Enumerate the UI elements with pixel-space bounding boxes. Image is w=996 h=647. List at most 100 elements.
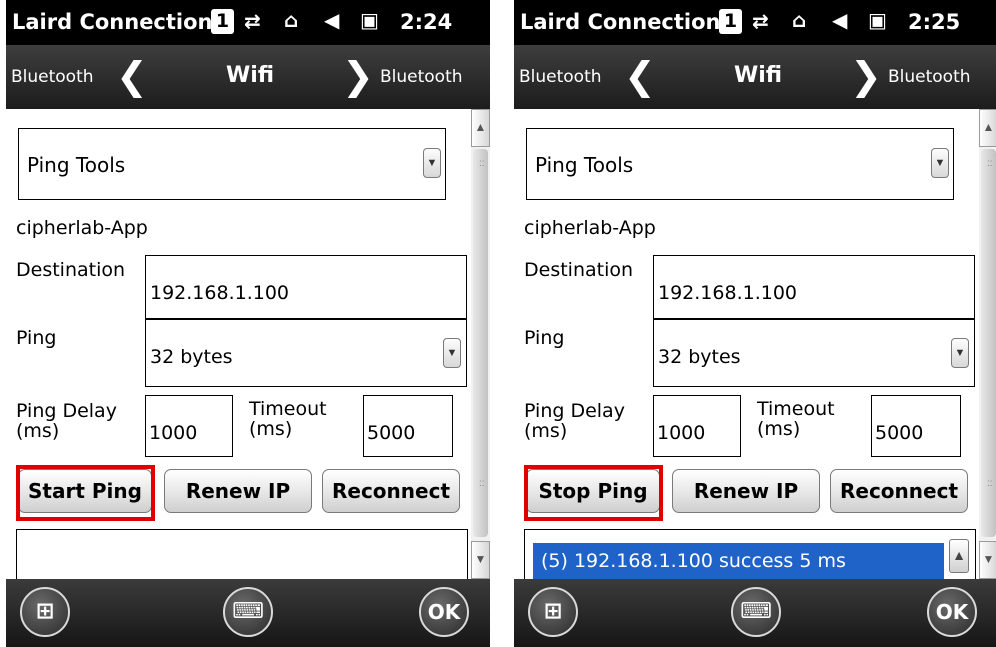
soft-key-bar: ⊞ ⌨ OK [514, 579, 996, 647]
timeout-value: 5000 [367, 422, 416, 444]
ping-delay-label: Ping Delay (ms) [524, 401, 625, 441]
chevron-right-icon[interactable]: ❯ [342, 54, 374, 99]
chevron-down-icon[interactable]: ▼ [931, 148, 949, 178]
volume-icon[interactable]: ◀ [324, 8, 339, 32]
timeout-label-line1: Timeout [249, 398, 327, 420]
grip-icon: :: [479, 478, 485, 489]
ok-button[interactable]: OK [927, 587, 977, 637]
ping-delay-label-line1: Ping Delay [16, 400, 117, 422]
ping-size-value: 32 bytes [658, 346, 741, 368]
ping-delay-label-line2: (ms) [16, 420, 60, 442]
connection-icon[interactable]: ⌂ [284, 8, 298, 32]
scroll-down-icon[interactable]: ▼ [471, 541, 490, 579]
tab-next-label[interactable]: Bluetooth [888, 67, 971, 87]
grip-icon: :: [479, 158, 485, 169]
tab-current-label: Wifi [734, 63, 783, 88]
reconnect-button[interactable]: Reconnect [830, 469, 968, 513]
ping-size-dropdown[interactable]: 32 bytes ▼ [653, 319, 975, 387]
timeout-input[interactable]: 5000 [871, 395, 961, 457]
clock[interactable]: 2:25 [908, 10, 960, 34]
signal-sync-icon[interactable]: ⇄ [752, 9, 769, 33]
soft-key-bar: ⊞ ⌨ OK [6, 579, 490, 647]
timeout-label-line1: Timeout [757, 398, 835, 420]
vertical-scrollbar[interactable]: ▲ :: :: ▼ [979, 109, 996, 579]
status-bar: Laird Connection 1 ⇄ ⌂ ◀ ▣ 2:25 [514, 0, 996, 45]
phone-screen-2: Laird Connection 1 ⇄ ⌂ ◀ ▣ 2:25 Bluetoot… [514, 0, 996, 647]
highlight-box [16, 465, 155, 521]
connection-icon[interactable]: ⌂ [792, 8, 806, 32]
destination-value: 192.168.1.100 [150, 282, 290, 304]
ping-log-list[interactable]: (5) 192.168.1.100 success 5 ms ▲ [524, 529, 976, 581]
profile-name: cipherlab-App [524, 217, 656, 239]
tool-select-dropdown[interactable]: Ping Tools ▼ [18, 128, 446, 200]
timeout-label-line2: (ms) [249, 418, 293, 440]
ping-delay-input[interactable]: 1000 [653, 395, 741, 457]
scroll-up-icon[interactable]: ▲ [471, 109, 490, 147]
content-area: Ping Tools ▼ cipherlab-App Destination 1… [514, 109, 979, 581]
ok-button[interactable]: OK [419, 587, 469, 637]
status-bar: Laird Connection 1 ⇄ ⌂ ◀ ▣ 2:24 [6, 0, 490, 45]
ping-label: Ping [16, 327, 57, 349]
ping-delay-label: Ping Delay (ms) [16, 401, 117, 441]
ping-delay-label-line2: (ms) [524, 420, 568, 442]
renew-ip-button[interactable]: Renew IP [672, 469, 820, 513]
tool-select-value: Ping Tools [27, 153, 126, 177]
battery-icon[interactable]: ▣ [868, 8, 887, 32]
ping-size-dropdown[interactable]: 32 bytes ▼ [145, 319, 467, 387]
timeout-label: Timeout (ms) [249, 399, 327, 439]
tab-navigation-bar: Bluetooth ❮ Wifi ❯ Bluetooth [514, 45, 996, 109]
chevron-down-icon[interactable]: ▼ [423, 148, 441, 178]
tab-next-label[interactable]: Bluetooth [380, 67, 463, 87]
ping-delay-input[interactable]: 1000 [145, 395, 233, 457]
scrollbar-thumb[interactable]: :: :: [473, 149, 488, 537]
chevron-down-icon[interactable]: ▼ [951, 338, 969, 368]
reconnect-button[interactable]: Reconnect [322, 469, 460, 513]
windows-start-icon[interactable]: ⊞ [528, 587, 578, 637]
scroll-down-icon[interactable]: ▼ [979, 541, 996, 579]
vertical-scrollbar[interactable]: ▲ :: :: ▼ [471, 109, 490, 579]
tab-prev-label[interactable]: Bluetooth [519, 67, 602, 87]
destination-label: Destination [16, 259, 126, 281]
scrollbar-thumb[interactable]: :: :: [981, 149, 996, 537]
app-title[interactable]: Laird Connection [520, 10, 721, 34]
clock[interactable]: 2:24 [400, 10, 452, 34]
grip-icon: :: [987, 478, 993, 489]
renew-ip-button[interactable]: Renew IP [164, 469, 312, 513]
destination-value: 192.168.1.100 [658, 282, 798, 304]
chevron-left-icon[interactable]: ❮ [624, 54, 656, 99]
keyboard-icon[interactable]: ⌨ [223, 587, 273, 637]
ping-size-value: 32 bytes [150, 346, 233, 368]
destination-label: Destination [524, 259, 634, 281]
profile-name: cipherlab-App [16, 217, 148, 239]
ping-delay-value: 1000 [657, 422, 706, 444]
timeout-label-line2: (ms) [757, 418, 801, 440]
destination-input[interactable]: 192.168.1.100 [653, 255, 975, 319]
content-area: Ping Tools ▼ cipherlab-App Destination 1… [6, 109, 471, 581]
battery-icon[interactable]: ▣ [360, 8, 379, 32]
tab-navigation-bar: Bluetooth ❮ Wifi ❯ Bluetooth [6, 45, 490, 109]
chevron-left-icon[interactable]: ❮ [116, 54, 148, 99]
notification-icon[interactable]: 1 [211, 9, 234, 34]
volume-icon[interactable]: ◀ [832, 8, 847, 32]
chevron-down-icon[interactable]: ▼ [443, 338, 461, 368]
chevron-right-icon[interactable]: ❯ [850, 54, 882, 99]
tab-prev-label[interactable]: Bluetooth [11, 67, 94, 87]
timeout-value: 5000 [875, 422, 924, 444]
timeout-label: Timeout (ms) [757, 399, 835, 439]
tab-current-label: Wifi [226, 63, 275, 88]
ping-delay-label-line1: Ping Delay [524, 400, 625, 422]
app-title[interactable]: Laird Connection [12, 10, 213, 34]
scroll-up-icon[interactable]: ▲ [949, 539, 969, 573]
ping-log-entry[interactable]: (5) 192.168.1.100 success 5 ms [533, 543, 944, 579]
scroll-up-icon[interactable]: ▲ [979, 109, 996, 147]
ping-log-list[interactable] [16, 529, 468, 581]
timeout-input[interactable]: 5000 [363, 395, 453, 457]
signal-sync-icon[interactable]: ⇄ [244, 9, 261, 33]
tool-select-value: Ping Tools [535, 153, 634, 177]
windows-start-icon[interactable]: ⊞ [20, 587, 70, 637]
tool-select-dropdown[interactable]: Ping Tools ▼ [526, 128, 954, 200]
keyboard-icon[interactable]: ⌨ [731, 587, 781, 637]
notification-icon[interactable]: 1 [719, 9, 742, 34]
grip-icon: :: [987, 158, 993, 169]
destination-input[interactable]: 192.168.1.100 [145, 255, 467, 319]
